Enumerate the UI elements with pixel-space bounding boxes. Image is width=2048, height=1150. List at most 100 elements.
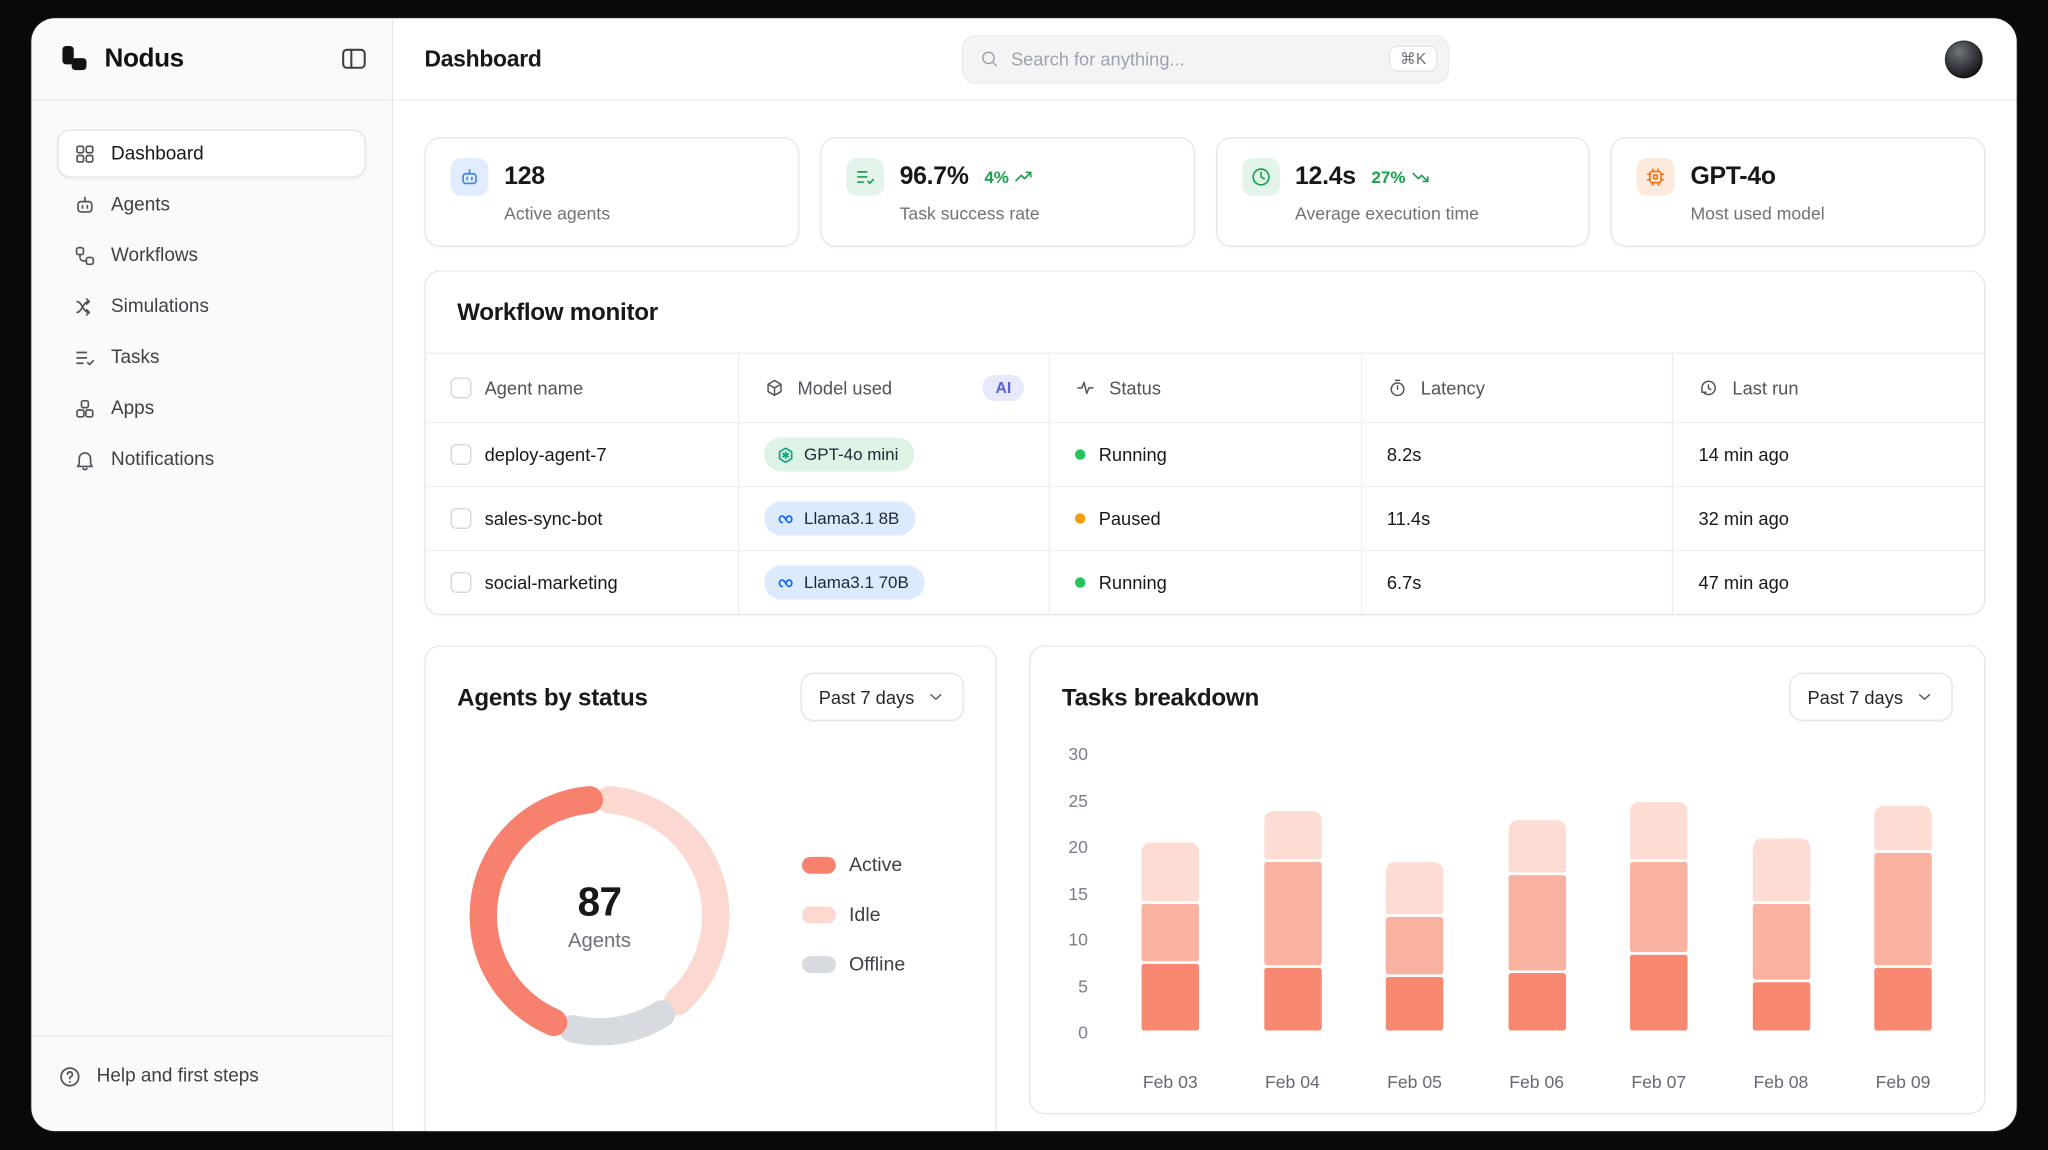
tasks-breakdown-card: Tasks breakdown Past 7 days 0 5 10 15 20 25 30… xyxy=(1029,645,1986,1115)
search-icon xyxy=(978,48,999,69)
sidebar-item-label: Simulations xyxy=(111,295,209,317)
status-label: Paused xyxy=(1098,508,1161,529)
sidebar-item-apps[interactable]: Apps xyxy=(57,384,365,432)
status-cell: Running xyxy=(1049,551,1361,614)
bar-segment xyxy=(1385,917,1444,975)
sidebar-item-tasks[interactable]: Tasks xyxy=(57,333,365,381)
bar-feb-07 xyxy=(1630,801,1688,1031)
meta-logo-icon xyxy=(775,509,795,529)
workflow-icon xyxy=(73,244,97,268)
activity-icon xyxy=(1075,377,1096,398)
search-placeholder: Search for anything... xyxy=(1010,48,1185,70)
cube-icon xyxy=(764,377,785,398)
column-label: Status xyxy=(1109,377,1161,399)
bar-segment xyxy=(1507,875,1566,971)
column-label: Agent name xyxy=(484,377,584,399)
nodus-logo-icon xyxy=(57,42,91,76)
bar-segment xyxy=(1263,810,1322,859)
agents-range-label: Past 7 days xyxy=(818,686,915,708)
column-label: Last run xyxy=(1732,377,1799,399)
bar-segment xyxy=(1141,963,1200,1031)
agent-name: deploy-agent-7 xyxy=(484,444,607,465)
ai-badge: AI xyxy=(982,374,1025,401)
checklist-icon xyxy=(846,158,884,196)
panel-left-icon xyxy=(340,44,369,73)
topbar: Dashboard Search for anything... ⌘K xyxy=(393,18,2017,101)
workflow-table: Agent name Model used AI Status Latency Last … xyxy=(425,352,1984,614)
agent-name-cell: sales-sync-bot xyxy=(426,487,738,550)
column-header-agent-name: Agent name xyxy=(426,354,738,422)
bar-segment xyxy=(1630,801,1688,859)
agents-by-status-card: Agents by status Past 7 days 87 Agents A… xyxy=(424,645,997,1132)
donut-segment-offline xyxy=(559,1000,676,1046)
bar-feb-08 xyxy=(1752,838,1810,1031)
column-header-last-run: Last run xyxy=(1672,353,1984,422)
stat-value: 128 xyxy=(504,162,545,191)
x-axis-label: Feb 04 xyxy=(1264,1072,1320,1092)
select-all-checkbox[interactable] xyxy=(450,377,472,399)
sidebar: Nodus Dashboard Agents Workflows Simulation… xyxy=(31,18,394,1132)
table-row-social-marketing[interactable]: social-marketing Llama3.1 70B Running 6.7s 4… xyxy=(425,549,1984,614)
column-label: Model used xyxy=(797,377,893,399)
bar-feb-05 xyxy=(1385,861,1444,1031)
row-checkbox[interactable] xyxy=(450,444,472,465)
model-cell: Llama3.1 8B xyxy=(737,487,1049,550)
model-badge: GPT-4o mini xyxy=(763,437,915,472)
workflow-monitor-card: Workflow monitor Agent name Model used AI S… xyxy=(424,270,1986,616)
bar-segment xyxy=(1507,819,1566,873)
row-checkbox[interactable] xyxy=(450,508,472,529)
stat-value: GPT-4o xyxy=(1690,162,1776,191)
column-header-status: Status xyxy=(1049,353,1361,422)
table-row-sales-sync-bot[interactable]: sales-sync-bot Llama3.1 8B Paused 11.4s 32 m… xyxy=(425,485,1984,550)
sidebar-item-dashboard[interactable]: Dashboard xyxy=(57,129,366,178)
last-run-cell: 32 min ago xyxy=(1672,487,1984,550)
x-axis-label: Feb 09 xyxy=(1875,1072,1931,1092)
help-link[interactable]: Help and first steps xyxy=(57,1050,365,1102)
table-row-deploy-agent-7[interactable]: deploy-agent-7 GPT-4o mini Running 8.2s 14 m… xyxy=(425,421,1984,486)
y-axis-label: 30 xyxy=(1068,744,1088,765)
sidebar-collapse-button[interactable] xyxy=(340,44,369,73)
row-checkbox[interactable] xyxy=(450,572,472,593)
bar-segment xyxy=(1141,903,1200,961)
agent-name: sales-sync-bot xyxy=(484,508,603,529)
y-axis-label: 5 xyxy=(1078,976,1088,996)
bar-segment xyxy=(1752,982,1810,1031)
status-cell: Running xyxy=(1049,423,1361,486)
sidebar-item-label: Agents xyxy=(111,193,170,215)
stat-cards-row: 128 Active agents 96.7% 4% Task success rate… xyxy=(424,137,1986,247)
x-axis-label: Feb 08 xyxy=(1753,1072,1809,1092)
last-run-cell: 14 min ago xyxy=(1672,423,1984,486)
legend-label: Active xyxy=(848,853,903,876)
trend-down-icon xyxy=(1411,167,1431,187)
help-icon xyxy=(57,1064,82,1089)
brand-name: Nodus xyxy=(104,43,184,73)
sidebar-item-simulations[interactable]: Simulations xyxy=(57,282,365,330)
sidebar-footer: Help and first steps xyxy=(31,1035,392,1131)
sidebar-item-workflows[interactable]: Workflows xyxy=(57,231,365,279)
brand: Nodus xyxy=(57,42,184,76)
status-label: Running xyxy=(1098,572,1167,593)
sidebar-item-agents[interactable]: Agents xyxy=(57,180,365,228)
x-axis-label: Feb 06 xyxy=(1509,1072,1565,1092)
x-axis-label: Feb 03 xyxy=(1142,1072,1198,1092)
y-axis-label: 15 xyxy=(1068,883,1088,904)
agents-by-status-title: Agents by status xyxy=(457,682,648,710)
last-run-cell: 47 min ago xyxy=(1672,551,1984,614)
status-cell: Paused xyxy=(1049,487,1361,550)
donut-segment-idle xyxy=(595,786,730,1016)
main-area: Dashboard Search for anything... ⌘K 128 A… xyxy=(393,18,2017,1132)
stat-card-most-used-model: GPT-4o Most used model xyxy=(1610,137,1986,247)
avatar[interactable] xyxy=(1944,39,1983,78)
legend-label: Offline xyxy=(848,952,906,976)
table-header-row: Agent name Model used AI Status Latency Last … xyxy=(425,352,1984,422)
bar-segment xyxy=(1874,852,1932,966)
agents-range-select[interactable]: Past 7 days xyxy=(800,672,964,721)
sidebar-item-notifications[interactable]: Notifications xyxy=(57,435,365,483)
app-window: Nodus Dashboard Agents Workflows Simulation… xyxy=(31,18,2017,1132)
search-input[interactable]: Search for anything... ⌘K xyxy=(961,34,1449,83)
column-header-model-used: Model used AI xyxy=(737,353,1049,422)
model-cell: GPT-4o mini xyxy=(737,423,1049,486)
column-header-latency: Latency xyxy=(1360,353,1673,422)
bar-segment xyxy=(1385,861,1444,915)
status-dot xyxy=(1075,577,1086,588)
